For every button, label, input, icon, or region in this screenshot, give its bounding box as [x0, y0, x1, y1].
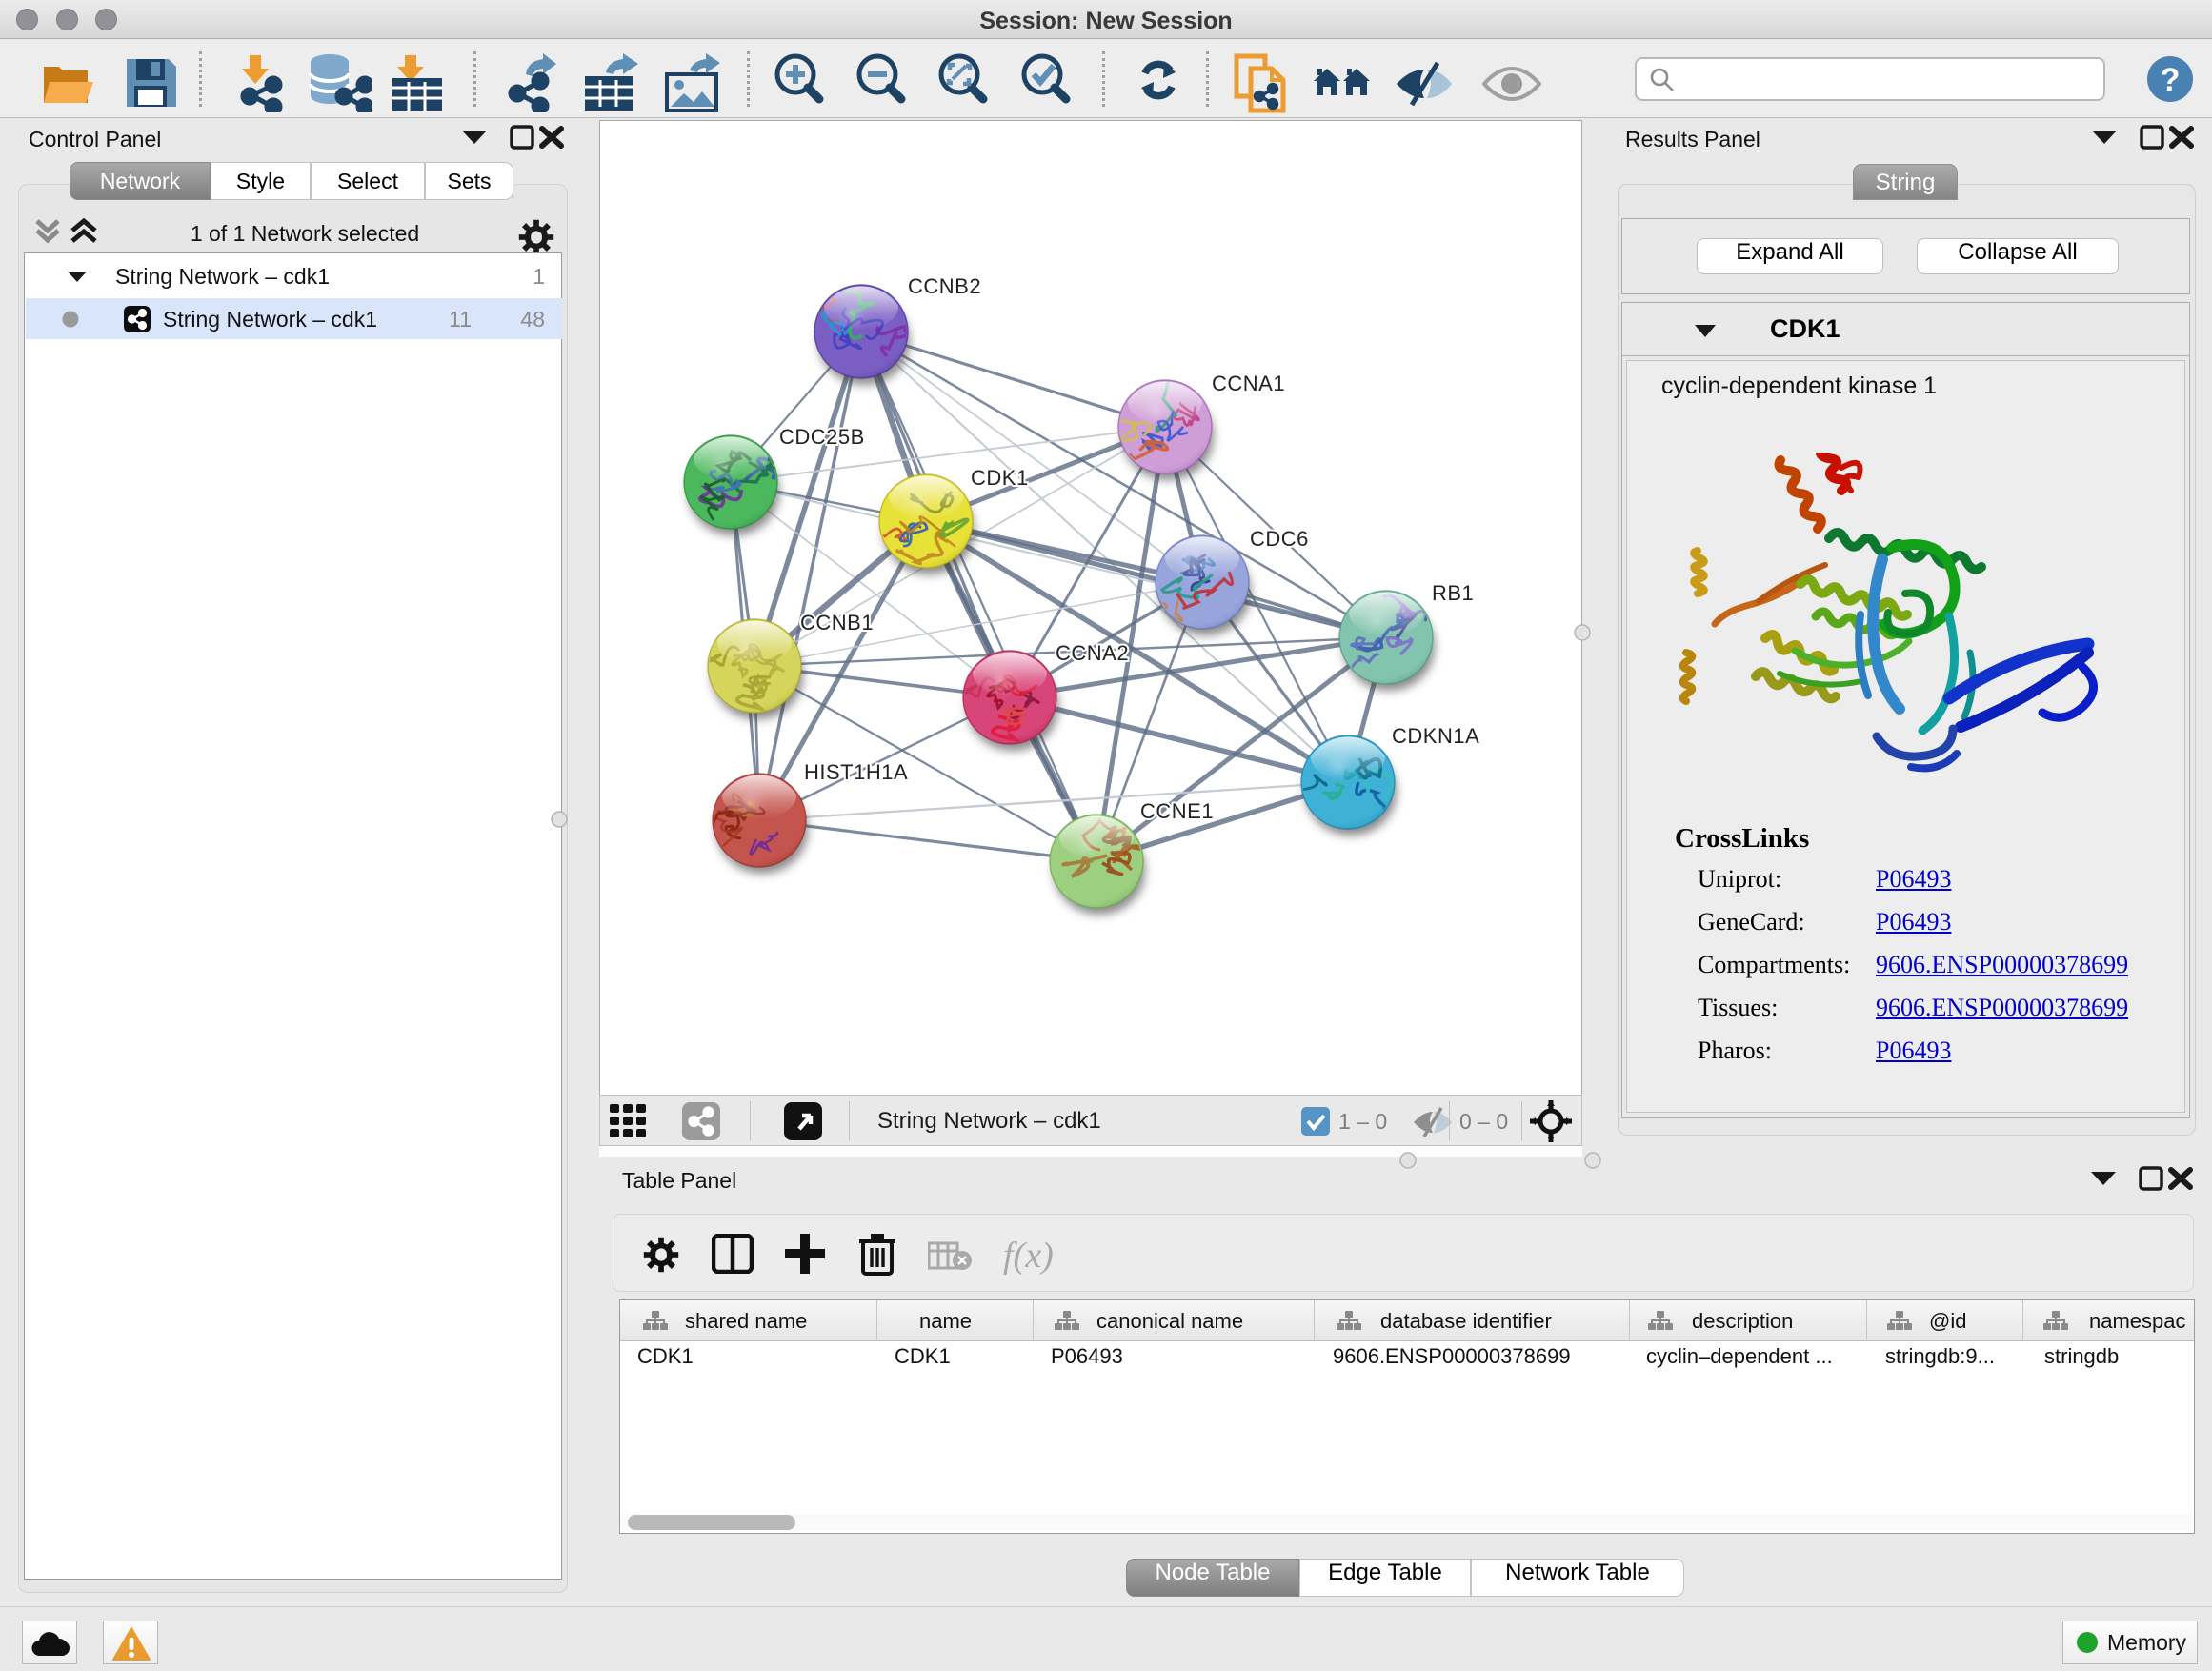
svg-text:CDC6: CDC6 — [1250, 527, 1309, 551]
svg-text:CCNA2: CCNA2 — [1056, 641, 1129, 665]
svg-text:?: ? — [2161, 62, 2181, 98]
svg-text:CCNB1: CCNB1 — [800, 611, 874, 634]
svg-text:CDK1: CDK1 — [971, 466, 1029, 490]
svg-text:CDKN1A: CDKN1A — [1392, 724, 1479, 748]
svg-text:CDC25B: CDC25B — [779, 425, 865, 449]
svg-text:CCNA1: CCNA1 — [1212, 372, 1285, 395]
svg-text:CCNB2: CCNB2 — [908, 274, 981, 298]
svg-text:CCNE1: CCNE1 — [1140, 799, 1214, 823]
svg-text:RB1: RB1 — [1432, 581, 1474, 605]
svg-text:HIST1H1A: HIST1H1A — [804, 760, 908, 784]
svg-text:f(x): f(x) — [1003, 1236, 1054, 1276]
